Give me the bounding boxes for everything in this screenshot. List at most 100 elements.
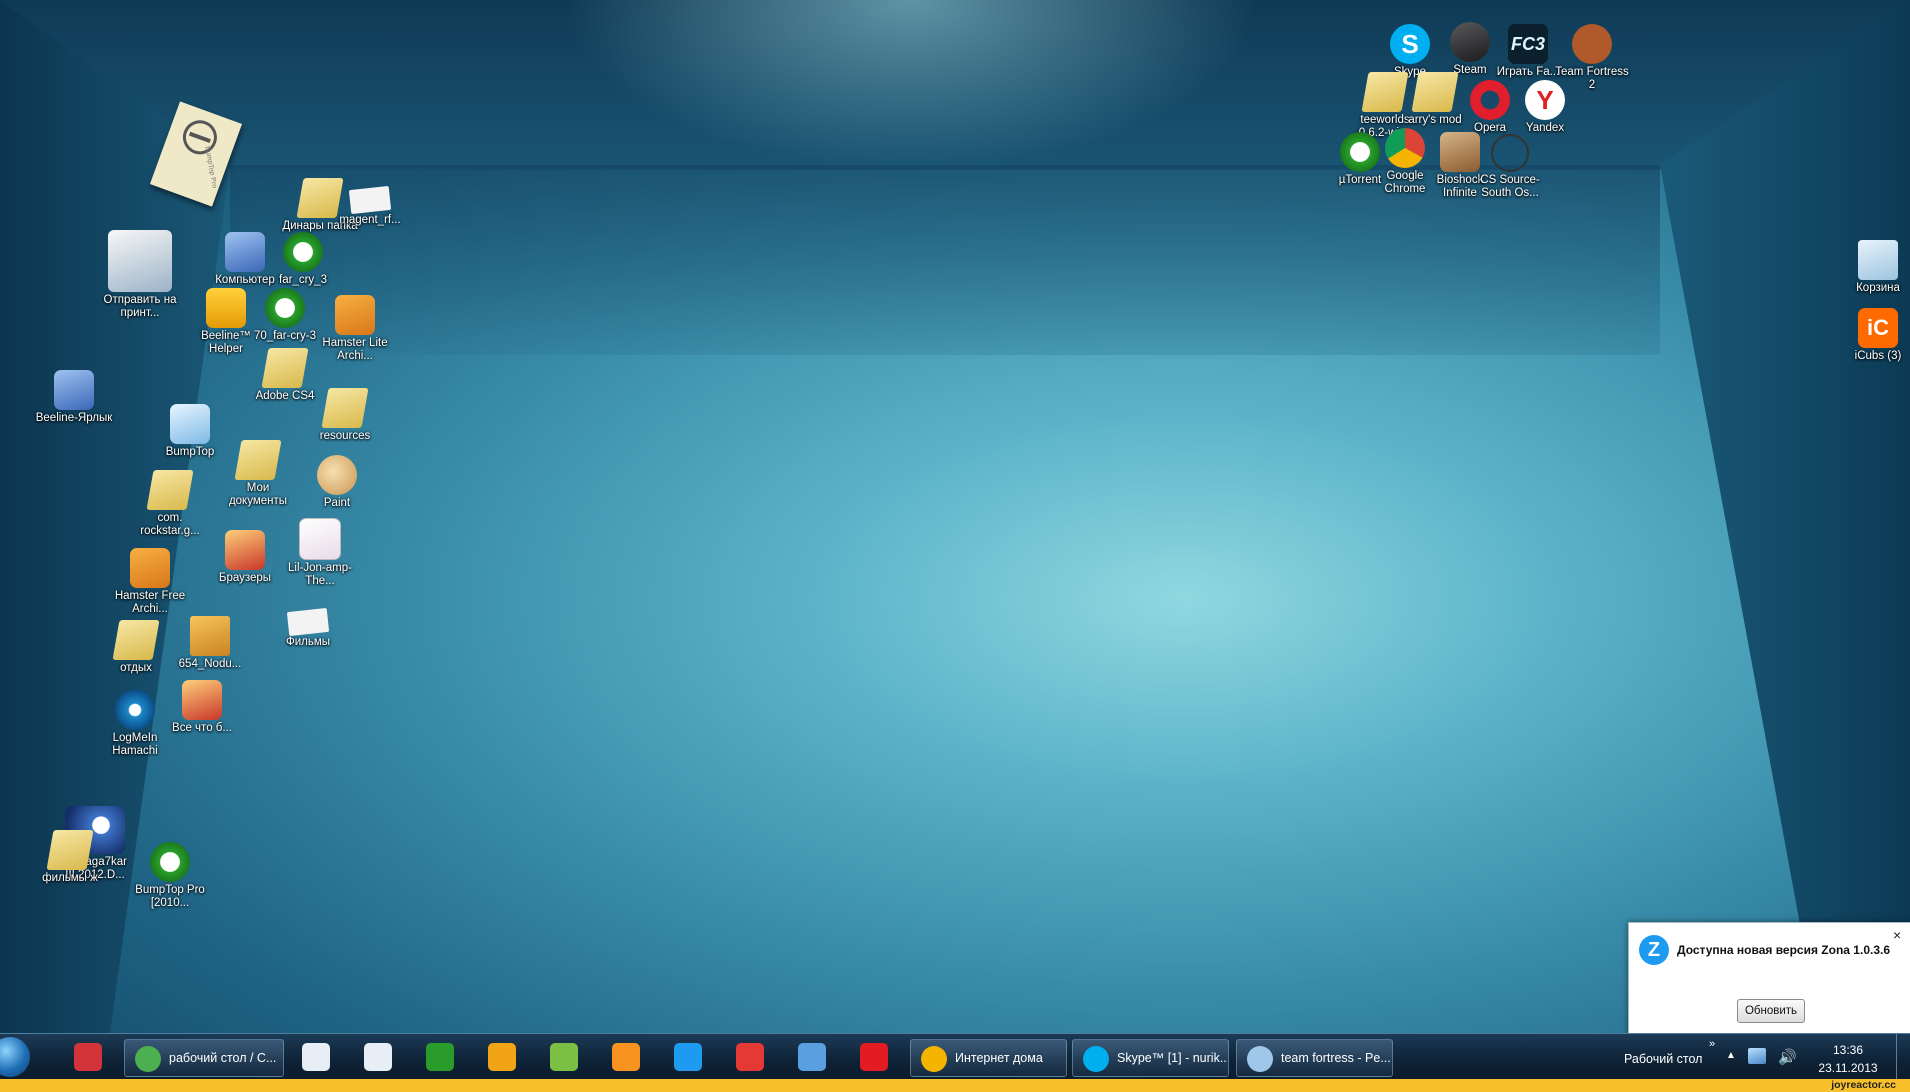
icon-70-far-cry-3[interactable]: 70_far-cry-3 bbox=[245, 288, 325, 343]
icon-cs-source[interactable]: CS Source-South Os... bbox=[1470, 134, 1550, 200]
desktop-icon-label: Браузеры bbox=[218, 572, 272, 584]
show-desktop-button[interactable] bbox=[1896, 1034, 1910, 1080]
utor-icon bbox=[150, 842, 190, 882]
network-icon[interactable] bbox=[1748, 1048, 1766, 1064]
taskbar-utorrent-icon[interactable] bbox=[414, 1039, 466, 1075]
taskbar-search-window[interactable]: team fortress - Pe... bbox=[1236, 1039, 1393, 1077]
tray-chevron-icon[interactable]: » bbox=[1709, 1038, 1715, 1050]
desktop-icon-label: iCubs (3) bbox=[1854, 350, 1902, 362]
opera-icon bbox=[1470, 80, 1510, 120]
icon-films-zh[interactable]: фильмы ж bbox=[30, 830, 110, 885]
mp3-icon bbox=[299, 518, 341, 560]
tray-desktop-toolbar[interactable]: Рабочий стол bbox=[1624, 1052, 1702, 1066]
speaker-icon-glyph bbox=[798, 1043, 826, 1071]
zona-icon: Z bbox=[1639, 935, 1669, 965]
desktop-icon-label: Hamster Lite Archi... bbox=[322, 337, 388, 362]
taskbar-odnoklassniki-icon[interactable] bbox=[600, 1039, 652, 1075]
mail-icon-glyph bbox=[488, 1043, 516, 1071]
tf2-icon bbox=[1572, 24, 1612, 64]
window-title: team fortress - Pe... bbox=[1281, 1051, 1391, 1065]
icon-hamster-lite[interactable]: Hamster Lite Archi... bbox=[315, 295, 395, 363]
clock[interactable]: 13:36 23.11.2013 bbox=[1808, 1041, 1888, 1077]
steam-icon bbox=[1450, 22, 1490, 62]
icon-browsers[interactable]: Браузеры bbox=[205, 530, 285, 585]
zona-icon-glyph bbox=[674, 1043, 702, 1071]
taskbar-chrome-window[interactable]: рабочий стол / С... bbox=[124, 1039, 284, 1077]
paper-icon bbox=[348, 185, 392, 215]
icon-yandex[interactable]: Y Yandex bbox=[1505, 80, 1585, 135]
window-app-icon bbox=[921, 1045, 947, 1072]
folder-icon bbox=[46, 830, 94, 870]
icon-send-to-printer[interactable]: Отправить на принт... bbox=[100, 230, 180, 320]
icon-paint[interactable]: Paint bbox=[297, 455, 377, 510]
icon-icubs[interactable]: iC iCubs (3) bbox=[1838, 308, 1910, 363]
update-button[interactable]: Обновить bbox=[1737, 999, 1805, 1023]
pc-icon bbox=[54, 370, 94, 410]
icon-my-documents[interactable]: Мои документы bbox=[218, 440, 298, 508]
desktop-icon-label: Корзина bbox=[1856, 282, 1900, 294]
taskbar-skype-window[interactable]: Skype™ [1] - nurik... bbox=[1072, 1039, 1229, 1077]
volume-icon[interactable]: 🔊 bbox=[1778, 1048, 1797, 1066]
icq-icon-glyph bbox=[550, 1043, 578, 1071]
calendar-icon-glyph bbox=[302, 1043, 330, 1071]
paint-icon bbox=[317, 455, 357, 495]
clock-date: 23.11.2013 bbox=[1818, 1061, 1878, 1075]
utor-icon bbox=[265, 288, 305, 328]
folder-icon bbox=[321, 388, 369, 428]
icon-resources[interactable]: resources bbox=[305, 388, 385, 443]
folder-icon bbox=[261, 348, 309, 388]
tray-show-hidden-icon[interactable]: ▲ bbox=[1726, 1050, 1736, 1061]
book-icon-glyph bbox=[74, 1043, 102, 1071]
start-button[interactable] bbox=[0, 1037, 30, 1077]
taskbar-yandex-icon[interactable] bbox=[724, 1039, 776, 1075]
desktop-background: BumpTop Pro Отправить на принт... Beeline… bbox=[0, 0, 1910, 1033]
icon-magent[interactable]: magent_rf... bbox=[330, 178, 410, 227]
printer-icon bbox=[108, 230, 172, 292]
icon-vse-chto[interactable]: Все что б... bbox=[162, 680, 242, 735]
taskbar-calendar2-icon[interactable] bbox=[352, 1039, 404, 1075]
taskbar-speaker-icon[interactable] bbox=[786, 1039, 838, 1075]
fc3-icon: FC3 bbox=[1508, 24, 1548, 64]
icon-bumptop-pro[interactable]: BumpTop Pro [2010... bbox=[130, 842, 210, 910]
desktop-icon-label: resources bbox=[319, 430, 371, 442]
desktop-icon-label: 70_far-cry-3 bbox=[254, 330, 316, 342]
icon-otdyh[interactable]: отдых bbox=[96, 620, 176, 675]
icon-lil-jon[interactable]: Lil-Jon-amp-The... bbox=[280, 518, 360, 588]
clock-time: 13:36 bbox=[1832, 1043, 1864, 1057]
taskbar-mail-icon[interactable] bbox=[476, 1039, 528, 1075]
icon-rockstar[interactable]: com. rockstar.g... bbox=[130, 470, 210, 538]
taskbar-icq-icon[interactable] bbox=[538, 1039, 590, 1075]
close-icon[interactable]: × bbox=[1893, 927, 1901, 943]
bin-icon bbox=[1858, 240, 1898, 280]
icon-films-paper[interactable]: Фильмы bbox=[268, 600, 348, 649]
red-icon bbox=[225, 530, 265, 570]
taskbar-internet-doma[interactable]: Интернет дома bbox=[910, 1039, 1067, 1077]
icon-654-nodu[interactable]: 654_Nodu... bbox=[170, 616, 250, 671]
ham-icon bbox=[130, 548, 170, 588]
taskbar-calendar-icon[interactable] bbox=[290, 1039, 342, 1075]
taskbar-yandex-browser-icon[interactable] bbox=[848, 1039, 900, 1075]
desktop-icon-label: Paint bbox=[323, 497, 351, 509]
box-icon bbox=[190, 616, 230, 656]
desktop-icon-label: Отправить на принт... bbox=[103, 294, 177, 319]
window-app-icon bbox=[135, 1045, 161, 1072]
desktop-icon-label: Все что б... bbox=[172, 722, 232, 734]
utor-icon bbox=[283, 232, 323, 272]
bumptop-icon bbox=[170, 404, 210, 444]
icon-far-cry-3[interactable]: far_cry_3 bbox=[263, 232, 343, 287]
desktop-icon-label: Мои документы bbox=[228, 482, 288, 507]
icon-recycle-bin[interactable]: Корзина bbox=[1838, 240, 1910, 295]
paper-icon bbox=[286, 607, 330, 637]
desktop-icon-label: CS Source-South Os... bbox=[1480, 174, 1540, 199]
desktop-icon-label: Beeline-Ярлык bbox=[35, 412, 113, 424]
desktop-icon-label: LogMeIn Hamachi bbox=[112, 732, 158, 757]
taskbar-zona-icon[interactable] bbox=[662, 1039, 714, 1075]
taskbar: рабочий стол / С... Интернет дома Skype™ [… bbox=[0, 1033, 1910, 1080]
desktop-icon-label: 654_Nodu... bbox=[178, 658, 242, 670]
icon-hamster-free[interactable]: Hamster Free Archi... bbox=[110, 548, 190, 616]
icon-beeline-shortcut[interactable]: Beeline-Ярлык bbox=[34, 370, 114, 425]
window-app-icon bbox=[1247, 1045, 1273, 1072]
desktop-icon-label: Hamster Free Archi... bbox=[114, 590, 186, 615]
red-icon bbox=[182, 680, 222, 720]
taskbar-book-icon[interactable] bbox=[62, 1039, 114, 1075]
